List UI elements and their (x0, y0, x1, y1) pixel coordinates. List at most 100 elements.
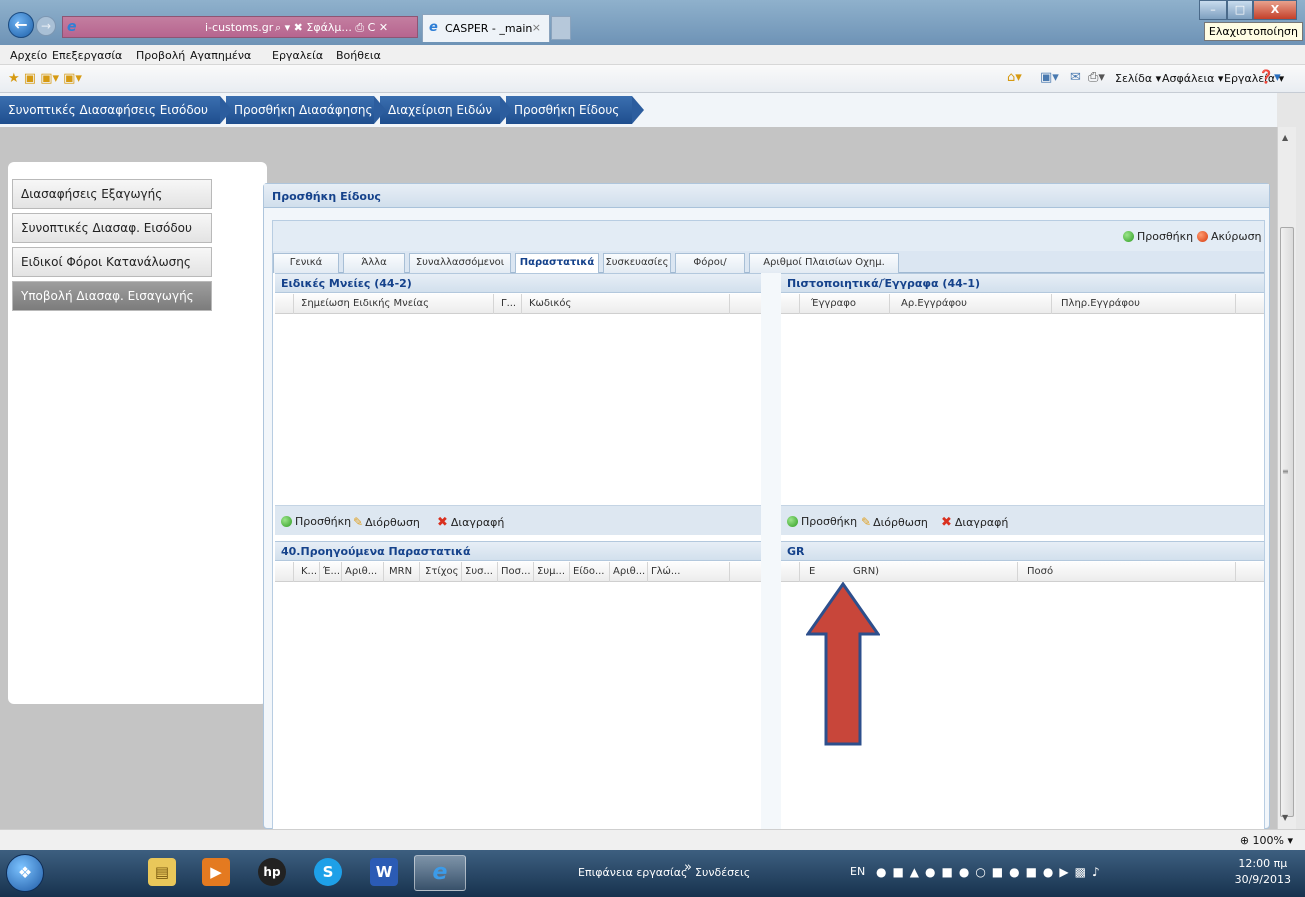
tab-other[interactable]: Άλλα Στοιχεία (343, 253, 405, 286)
mentions-edit-button[interactable]: ✎ Διόρθωση (353, 515, 420, 529)
col-g[interactable]: Γ... (501, 298, 516, 309)
breadcrumb-manage-items[interactable]: Διαχείριση Ειδών (380, 96, 512, 124)
certificates-delete-button[interactable]: ✖ Διαγραφή (941, 515, 1008, 530)
col-type[interactable]: Είδο... (573, 566, 604, 577)
connections-toolbar[interactable]: Συνδέσεις (695, 866, 750, 879)
previous-docs-grid[interactable] (275, 583, 761, 829)
form-add-button[interactable]: Προσθήκη (1123, 230, 1193, 243)
certificates-columns: Έγγραφο Αρ.Εγγράφου Πληρ.Εγγράφου (781, 294, 1264, 314)
language-indicator[interactable]: EN (850, 865, 865, 878)
toolbar-chevron-icon[interactable]: » (684, 860, 692, 875)
col-e[interactable]: Έ... (323, 566, 340, 577)
feeds-icon[interactable]: ▣▾ (1040, 70, 1059, 85)
tab-casper[interactable]: e CASPER - _main × (422, 14, 550, 42)
address-controls[interactable]: ⌕ ▾ ✖ Σφάλμ... ⎙ C ✕ (275, 21, 388, 35)
certificates-add-label: Προσθήκη (801, 515, 858, 528)
status-bar: ⊕ 100% ▾ (0, 829, 1305, 850)
col-number[interactable]: Αριθ... (345, 566, 377, 577)
breadcrumb-add-item[interactable]: Προσθήκη Είδους (506, 96, 644, 124)
ie-taskbar-button[interactable]: e (414, 855, 466, 891)
tab-documents[interactable]: Παραστατικά (515, 253, 599, 274)
mail-icon[interactable]: ✉ (1070, 70, 1081, 85)
hp-taskbar-button[interactable]: hp (246, 855, 298, 891)
print-icon[interactable]: ⎙▾ (1088, 70, 1105, 85)
close-button[interactable]: X (1253, 0, 1297, 20)
col-qty[interactable]: Ποσ... (501, 566, 531, 577)
maximize-button[interactable]: □ (1227, 0, 1253, 20)
mentions-delete-button[interactable]: ✖ Διαγραφή (437, 515, 504, 530)
menu-view[interactable]: Προβολή (136, 49, 185, 62)
menu-file[interactable]: Αρχείο (10, 49, 47, 62)
tray-icons[interactable]: ●■▲●■●○■●■●▶▩♪ (876, 865, 1106, 879)
safety-menu[interactable]: Ασφάλεια ▾ (1162, 72, 1223, 85)
menu-tools[interactable]: Εργαλεία (272, 49, 323, 62)
form-cancel-button[interactable]: Ακύρωση (1197, 230, 1262, 243)
zoom-control[interactable]: ⊕ 100% ▾ (1240, 834, 1293, 847)
desktop-toolbar[interactable]: Επιφάνεια εργασίας (578, 866, 687, 879)
mentions-add-button[interactable]: Προσθήκη (281, 515, 351, 528)
menu-favorites[interactable]: Αγαπημένα (190, 49, 251, 62)
col-sum[interactable]: Συμ... (537, 566, 565, 577)
col-k[interactable]: Κ... (301, 566, 317, 577)
col-mention-note[interactable]: Σημείωση Ειδικής Μνείας (301, 298, 429, 309)
col-num2[interactable]: Αριθ... (613, 566, 645, 577)
address-bar[interactable]: e i-customs.gr ⌕ ▾ ✖ Σφάλμ... ⎙ C ✕ (62, 16, 418, 38)
col-doc-info[interactable]: Πληρ.Εγγράφου (1061, 298, 1140, 309)
tab-containers[interactable]: Αριθμοί Πλαισίων Οχημ. (749, 253, 899, 273)
page-menu[interactable]: Σελίδα ▾ (1115, 72, 1161, 85)
explorer-taskbar-button[interactable]: ▤ (136, 855, 188, 891)
start-button[interactable]: ❖ (6, 854, 44, 892)
col-document[interactable]: Έγγραφο (811, 298, 856, 309)
col-lang[interactable]: Γλώ... (651, 566, 680, 577)
favorites-star-icon[interactable]: ★ ▣ ▣▾ ▣▾ (8, 71, 82, 86)
page-area: Διασαφήσεις Εξαγωγής Συνοπτικές Διασαφ. … (0, 127, 1277, 831)
nav-excise-taxes[interactable]: Ειδικοί Φόροι Κατανάλωσης (12, 247, 212, 277)
ie-tab-icon: e (429, 20, 438, 35)
col-code[interactable]: Κωδικός (529, 298, 571, 309)
breadcrumb-add-declaration[interactable]: Προσθήκη Διασάφησης (226, 96, 386, 124)
minimize-button[interactable]: – (1199, 0, 1227, 20)
tab-traders[interactable]: Συναλλασσόμενοι (409, 253, 511, 273)
nav-entry-summary[interactable]: Συνοπτικές Διασαφ. Εισόδου (12, 213, 212, 243)
tab-general[interactable]: Γενικά Στοιχεία (273, 253, 339, 286)
tab-packages[interactable]: Συσκευασίες (603, 253, 671, 273)
back-button[interactable]: ← (8, 12, 34, 38)
clock-time: 12:00 πμ (1238, 857, 1288, 870)
certificates-edit-button[interactable]: ✎ Διόρθωση (861, 515, 928, 529)
special-mentions-toolbar: Προσθήκη ✎ Διόρθωση ✖ Διαγραφή (275, 505, 761, 535)
add-check-icon (1123, 231, 1134, 242)
new-tab-button[interactable] (551, 16, 571, 40)
tab-title[interactable]: CASPER - _main (445, 22, 532, 35)
scroll-thumb[interactable] (1280, 227, 1294, 817)
breadcrumb-entry-summary[interactable]: Συνοπτικές Διασαφήσεις Εισόδου (0, 96, 232, 124)
col-grn-e[interactable]: E (809, 566, 815, 577)
forward-button[interactable]: → (36, 16, 56, 36)
certificates-add-button[interactable]: Προσθήκη (787, 515, 857, 528)
certificates-grid[interactable] (781, 315, 1264, 505)
tab-taxes[interactable]: Φόροι/Δασμοί (675, 253, 745, 286)
col-doc-number[interactable]: Αρ.Εγγράφου (901, 298, 967, 309)
nav-import-submission[interactable]: Υποβολή Διασαφ. Εισαγωγής (12, 281, 212, 311)
special-mentions-grid[interactable] (275, 315, 761, 505)
menu-edit[interactable]: Επεξεργασία (52, 49, 122, 62)
nav-export-declarations[interactable]: Διασαφήσεις Εξαγωγής (12, 179, 212, 209)
col-pkg[interactable]: Συσ... (465, 566, 493, 577)
col-grn[interactable]: GRN) (853, 566, 879, 577)
page-scrollbar[interactable]: ▲ ≡ ▼ (1277, 127, 1296, 829)
home-icon[interactable]: ⌂▾ (1007, 70, 1022, 85)
tab-close-icon[interactable]: × (532, 21, 541, 34)
help-icon[interactable]: ❓▾ (1258, 70, 1281, 85)
ie-page-icon: e (67, 19, 77, 35)
col-line[interactable]: Στίχος (425, 566, 459, 577)
scroll-down-icon[interactable]: ▼ (1282, 813, 1288, 822)
panel-divider (761, 273, 781, 831)
col-mrn[interactable]: MRN (389, 566, 412, 577)
system-clock[interactable]: 12:00 πμ 30/9/2013 (1235, 856, 1291, 888)
col-amount[interactable]: Ποσό (1027, 566, 1053, 577)
menu-help[interactable]: Βοήθεια (336, 49, 381, 62)
skype-taskbar-button[interactable]: S (302, 855, 354, 891)
media-taskbar-button[interactable]: ▶ (190, 855, 242, 891)
address-url[interactable]: i-customs.gr (205, 21, 273, 34)
word-taskbar-button[interactable]: W (358, 855, 410, 891)
scroll-up-icon[interactable]: ▲ (1282, 133, 1288, 142)
